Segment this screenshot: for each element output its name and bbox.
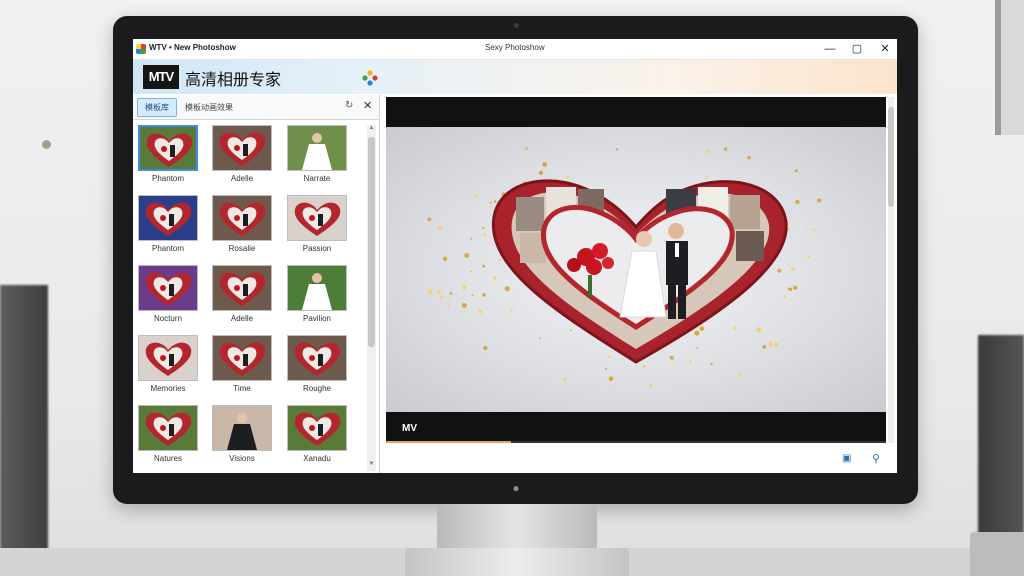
tab-template-effects[interactable]: 模板动画效果 [185,102,233,113]
thumbnail-image [212,125,272,171]
close-button[interactable]: ✕ [876,41,894,57]
thumbnail-label: Rosalie [228,244,256,253]
panel-close-icon[interactable]: ✕ [363,99,372,112]
title-bar: WTV • New Photoshow Sexy Photoshow — ▢ ✕ [133,39,897,60]
app-banner: MTV 高清相册专家 [133,60,897,94]
preview-watermark: MV [402,423,417,434]
thumbnail-label: Natures [153,454,182,463]
background-speaker-left [0,285,48,576]
thumbnail-label: Adelle [230,314,254,323]
thumbnail-image [287,335,347,381]
thumbnail-image [212,335,272,381]
app-icon [136,44,146,54]
minimize-button[interactable]: — [821,41,839,57]
template-grid: Phantom Adelle Narrate Phantom Rosalie Passio… [138,125,366,469]
video-preview[interactable]: MV [386,97,886,443]
panel-scrollbar[interactable]: ▲ ▼ [367,125,376,471]
template-thumbnail[interactable]: Nocturn [138,265,198,325]
thumbnail-label: Passion [302,244,332,253]
template-thumbnail[interactable]: Roughe [287,335,347,395]
thumbnail-label: Adelle [230,174,254,183]
maximize-button[interactable]: ▢ [848,41,866,57]
scroll-up-icon[interactable]: ▲ [367,125,376,131]
thumbnail-image [212,265,272,311]
monitor-stand [437,504,597,554]
background-dot [42,140,51,149]
export-icon[interactable]: ▣ [842,453,851,464]
background-frame [995,0,1024,135]
apple-logo-icon: ● [512,481,520,495]
thumbnail-image [138,335,198,381]
thumbnail-label: Phantom [151,174,185,183]
scroll-down-icon[interactable]: ▼ [367,461,376,467]
thumbnail-label: Nocturn [153,314,182,323]
webcam [514,23,519,28]
brand-logo: MTV [143,65,179,89]
thumbnail-image [138,125,198,171]
template-thumbnail[interactable]: Adelle [212,265,272,325]
template-thumbnail[interactable]: Pavilion [287,265,347,325]
panel-tabs: 模板库 模板动画效果 ↻ ✕ [133,95,379,120]
thumbnail-label: Visions [229,454,255,463]
thumbnail-image [287,125,347,171]
heart-photo-frame [427,142,822,390]
thumbnail-label: Phantom [151,244,185,253]
template-thumbnail[interactable]: Memories [138,335,198,395]
pin-icon[interactable]: ⚲ [872,452,880,465]
template-thumbnail[interactable]: Visions [212,405,272,465]
template-thumbnail[interactable]: Passion [287,195,347,255]
thumbnail-label: Time [233,384,251,393]
playback-progress-fill [386,441,511,443]
thumbnail-image [212,405,272,451]
thumbnail-label: Narrate [303,174,331,183]
preview-scrollbar[interactable] [888,97,894,443]
monitor-stand-base [405,548,629,576]
tab-template-library[interactable]: 模板库 [137,98,177,117]
thumbnail-image [138,405,198,451]
playback-progress[interactable] [386,441,886,443]
preview-scroll-thumb[interactable] [888,107,894,207]
thumbnail-image [138,195,198,241]
thumbnail-image [287,265,347,311]
thumbnail-image [287,405,347,451]
thumbnail-label: Memories [150,384,186,393]
thumbnail-image [138,265,198,311]
background-device [970,532,1024,576]
template-thumbnail[interactable]: Xanadu [287,405,347,465]
app-title: 高清相册专家 [185,72,282,89]
document-title: Sexy Photoshow [485,43,545,52]
template-thumbnail[interactable]: Rosalie [212,195,272,255]
panel-scroll-thumb[interactable] [368,137,375,347]
template-thumbnail[interactable]: Phantom [138,125,198,185]
template-thumbnail[interactable]: Adelle [212,125,272,185]
preview-stage [386,127,886,412]
thumbnail-image [212,195,272,241]
template-panel: 模板库 模板动画效果 ↻ ✕ Phantom Adelle Narrate Phant… [133,95,380,473]
refresh-icon[interactable]: ↻ [345,100,353,111]
thumbnail-image [287,195,347,241]
window-title: WTV • New Photoshow [149,43,236,52]
thumbnail-label: Roughe [302,384,332,393]
template-thumbnail[interactable]: Natures [138,405,198,465]
template-thumbnail[interactable]: Time [212,335,272,395]
template-thumbnail[interactable]: Phantom [138,195,198,255]
thumbnail-label: Xanadu [303,454,331,463]
template-thumbnail[interactable]: Narrate [287,125,347,185]
pinwheel-icon[interactable] [362,70,378,86]
app-window: WTV • New Photoshow Sexy Photoshow — ▢ ✕… [133,39,897,473]
thumbnail-label: Pavilion [302,314,331,323]
